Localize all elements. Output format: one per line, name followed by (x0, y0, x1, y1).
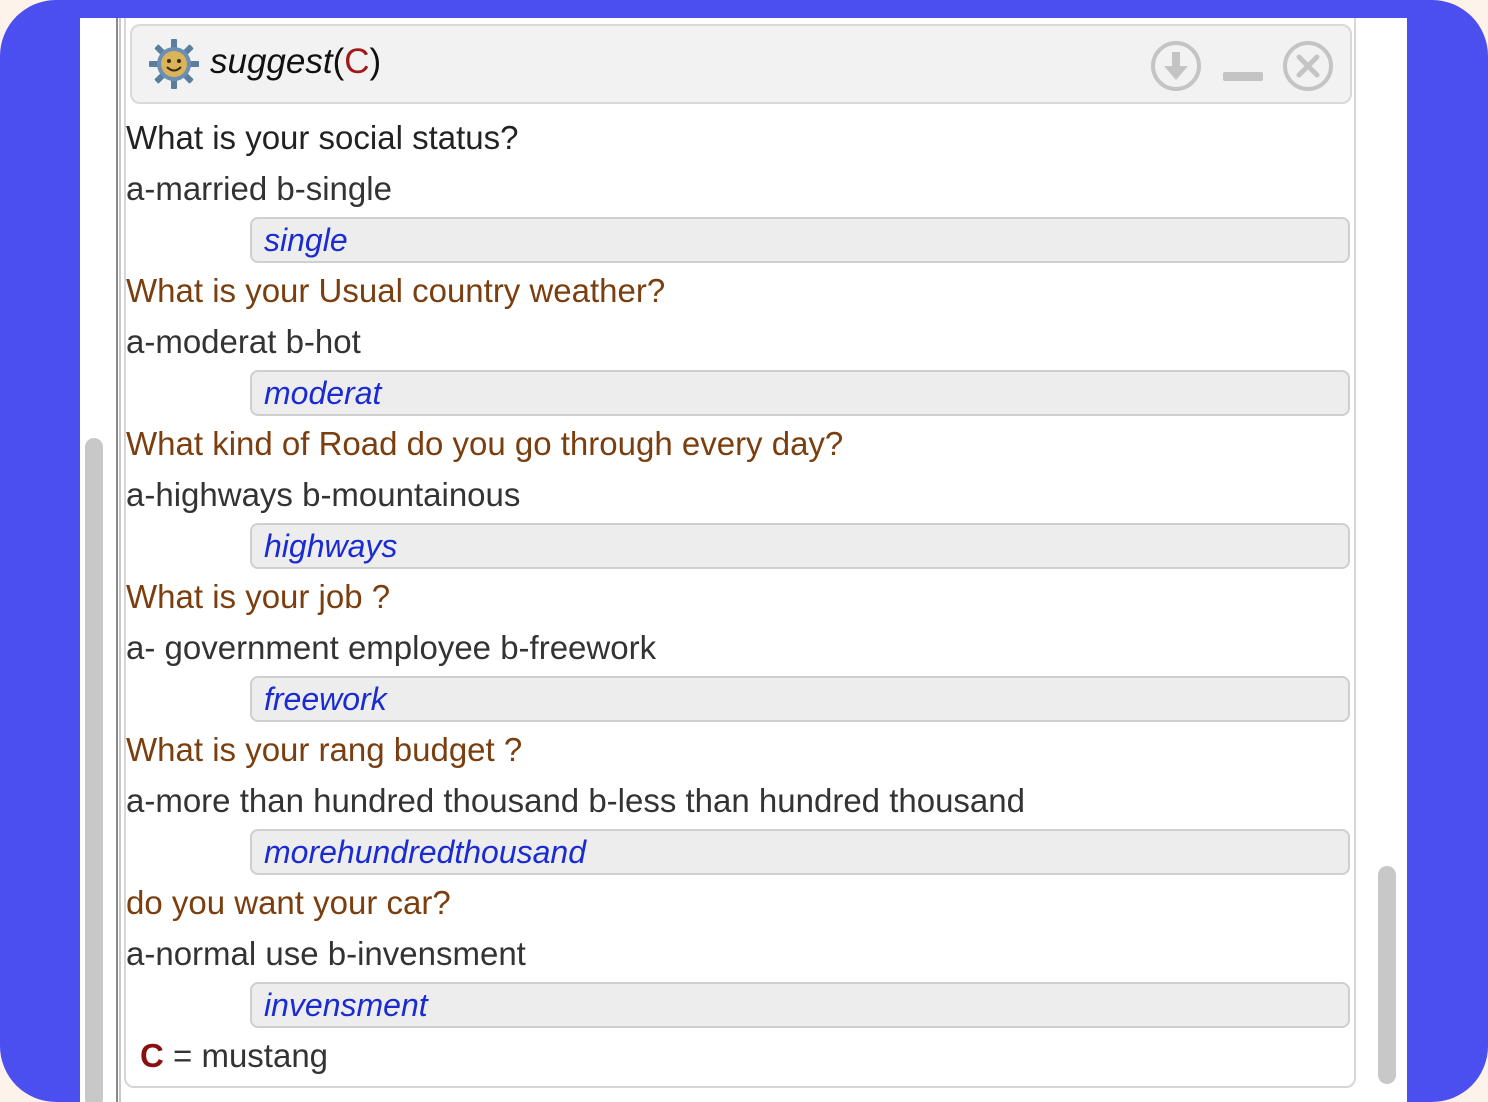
title-open-paren: ( (332, 42, 345, 81)
result-line: C = mustang (126, 1030, 1356, 1081)
answer-row-5: morehundredthousand (126, 826, 1356, 877)
cell-bracket (116, 18, 121, 1102)
answer-field[interactable]: single (250, 217, 1350, 263)
options-3: a-highways b-mountainous (126, 469, 1356, 520)
gear-face-icon (149, 39, 199, 89)
question-4: What is your job ? (126, 571, 1356, 622)
title-argument: C (344, 42, 370, 81)
left-scrollbar-thumb[interactable] (85, 438, 103, 1102)
options-text: a-highways b-mountainous (126, 476, 521, 513)
result-value: mustang (201, 1037, 329, 1074)
notebook-page: suggest(C) What is your social status? a… (80, 18, 1407, 1102)
outer-frame: suggest(C) What is your social status? a… (0, 0, 1488, 1102)
answer-field[interactable]: invensment (250, 982, 1350, 1028)
options-text: a-more than hundred thousand b-less than… (126, 782, 1025, 819)
download-circle-icon[interactable] (1150, 40, 1202, 92)
answer-row-6: invensment (126, 979, 1356, 1030)
question-text: What is your social status? (126, 119, 519, 156)
question-2: What is your Usual country weather? (126, 265, 1356, 316)
close-circle-icon[interactable] (1282, 40, 1334, 92)
result-equals: = (163, 1037, 202, 1074)
options-4: a- government employee b-freework (126, 622, 1356, 673)
question-3: What kind of Road do you go through ever… (126, 418, 1356, 469)
right-scrollbar-thumb[interactable] (1378, 866, 1396, 1084)
question-6: do you want your car? (126, 877, 1356, 928)
options-text: a-moderat b-hot (126, 323, 361, 360)
answer-field[interactable]: freework (250, 676, 1350, 722)
question-list: What is your social status? a-married b-… (126, 112, 1356, 1081)
options-text: a-married b-single (126, 170, 392, 207)
minimize-icon[interactable] (1217, 40, 1269, 92)
answer-row-3: highways (126, 520, 1356, 571)
left-scrollbar[interactable] (80, 18, 108, 1102)
answer-row-1: single (126, 214, 1356, 265)
options-1: a-married b-single (126, 163, 1356, 214)
options-text: a-normal use b-invensment (126, 935, 526, 972)
question-text: What kind of Road do you go through ever… (126, 425, 844, 462)
title-function: suggest (210, 42, 333, 81)
question-5: What is your rang budget ? (126, 724, 1356, 775)
question-text: What is your Usual country weather? (126, 272, 666, 309)
answer-field[interactable]: morehundredthousand (250, 829, 1350, 875)
panel-title: suggest(C) (210, 42, 381, 82)
answer-field[interactable]: moderat (250, 370, 1350, 416)
answer-row-2: moderat (126, 367, 1356, 418)
options-text: a- government employee b-freework (126, 629, 657, 666)
answer-field[interactable]: highways (250, 523, 1350, 569)
options-5: a-more than hundred thousand b-less than… (126, 775, 1356, 826)
question-text: What is your job ? (126, 578, 391, 615)
result-variable: C (140, 1037, 164, 1074)
title-close-paren: ) (369, 42, 382, 81)
options-6: a-normal use b-invensment (126, 928, 1356, 979)
question-text: What is your rang budget ? (126, 731, 523, 768)
panel-header: suggest(C) (130, 24, 1352, 104)
options-2: a-moderat b-hot (126, 316, 1356, 367)
question-text: do you want your car? (126, 884, 451, 921)
question-1: What is your social status? (126, 112, 1356, 163)
answer-row-4: freework (126, 673, 1356, 724)
